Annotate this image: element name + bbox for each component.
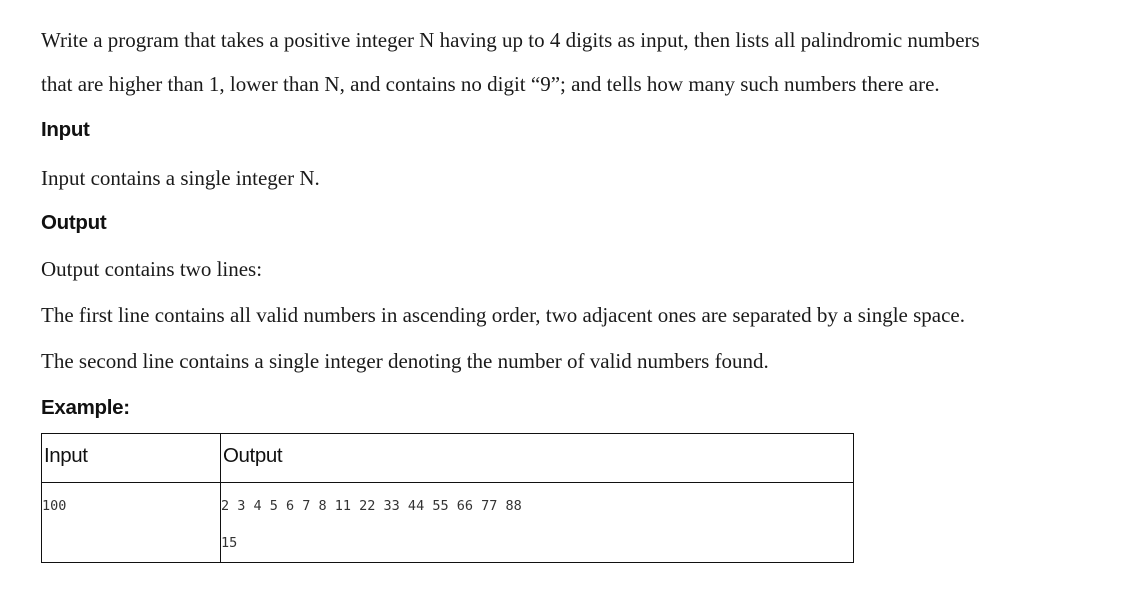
example-output-line-1: 2 3 4 5 6 7 8 11 22 33 44 55 66 77 88 — [221, 498, 522, 514]
table-header-input: Input — [41, 433, 221, 483]
example-table: Input Output 100 2 3 4 5 6 7 8 11 22 33 … — [41, 433, 854, 563]
example-input-cell: 100 — [41, 482, 221, 563]
output-description-3: The second line contains a single intege… — [41, 349, 769, 373]
example-output-cell: 2 3 4 5 6 7 8 11 22 33 44 55 66 77 88 15 — [220, 482, 854, 563]
table-header-row: Input Output — [41, 433, 854, 483]
output-description-2: The first line contains all valid number… — [41, 303, 965, 327]
input-heading: Input — [41, 118, 90, 141]
output-description-1: Output contains two lines: — [41, 257, 263, 281]
input-description: Input contains a single integer N. — [41, 166, 320, 190]
example-input-value: 100 — [42, 498, 67, 514]
output-heading: Output — [41, 211, 107, 234]
table-header-output: Output — [220, 433, 854, 483]
statement-line-2: that are higher than 1, lower than N, an… — [41, 72, 940, 96]
example-output-line-2: 15 — [221, 535, 238, 551]
statement-line-1: Write a program that takes a positive in… — [41, 28, 980, 52]
example-heading: Example: — [41, 396, 130, 419]
table-row: 100 2 3 4 5 6 7 8 11 22 33 44 55 66 77 8… — [41, 482, 854, 563]
